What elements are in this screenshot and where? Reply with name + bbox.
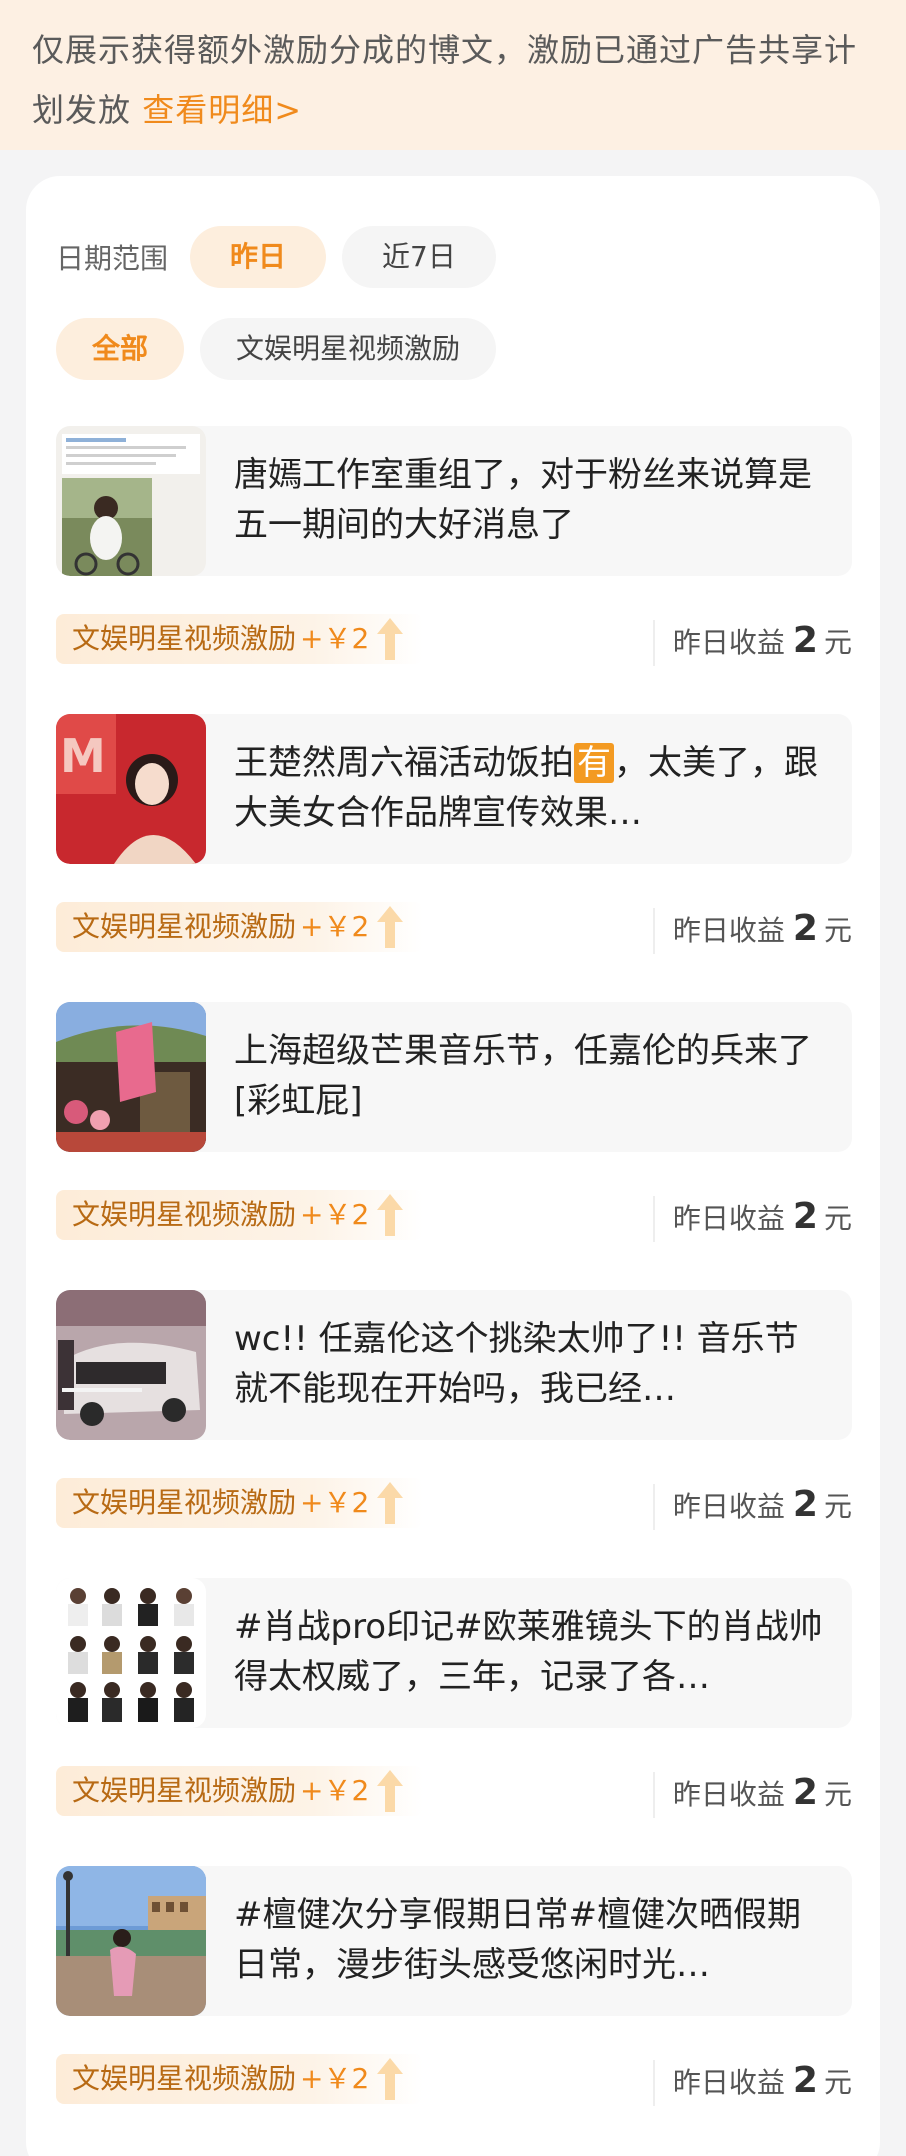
post-title: #肖战pro印记#欧莱雅镜头下的肖战帅得太权威了，三年，记录了各…: [234, 1607, 823, 1697]
post-item[interactable]: wc!! 任嘉伦这个挑染太帅了!! 音乐节就不能现在开始吗，我已经… 文娱明星视…: [56, 1290, 852, 1578]
up-arrow-icon: [377, 618, 404, 660]
post-preview[interactable]: #檀健次分享假期日常#檀健次晒假期日常，漫步街头感受悠闲时光…: [56, 1866, 852, 2016]
post-preview[interactable]: #肖战pro印记#欧莱雅镜头下的肖战帅得太权威了，三年，记录了各…: [56, 1578, 852, 1728]
reward-label: 文娱明星视频激励: [72, 1774, 297, 1807]
reward-amount: +￥2: [300, 910, 370, 943]
earnings-unit: 元: [823, 1202, 852, 1235]
type-filter: 全部 文娱明星视频激励: [56, 318, 512, 380]
yesterday-earnings: 昨日收益 2 元: [652, 1484, 852, 1530]
earnings-label: 昨日收益: [672, 914, 785, 947]
reward-tag: 文娱明星视频激励 +￥2: [56, 1478, 424, 1528]
up-arrow-icon: [377, 1482, 404, 1524]
earnings-value: 2: [792, 1484, 818, 1525]
post-title: 王楚然周六福活动饭拍有，太美了，跟大美女合作品牌宣传效果…: [234, 738, 824, 838]
post-item[interactable]: M 王楚然周六福活动饭拍有，太美了，跟大美女合作品牌宣传效果… 文娱明星视频激励…: [56, 714, 852, 1002]
post-item[interactable]: #肖战pro印记#欧莱雅镜头下的肖战帅得太权威了，三年，记录了各… 文娱明星视频…: [56, 1578, 852, 1866]
earnings-unit: 元: [823, 914, 852, 947]
post-title: 唐嫣工作室重组了，对于粉丝来说算是五一期间的大好消息了: [234, 455, 812, 545]
post-title-highlight: 有: [574, 743, 614, 783]
earnings-unit: 元: [823, 626, 852, 659]
date-option-7days[interactable]: 近7日: [342, 226, 496, 288]
reward-amount: +￥2: [300, 2062, 370, 2095]
post-thumbnail: [56, 426, 206, 576]
post-item[interactable]: 唐嫣工作室重组了，对于粉丝来说算是五一期间的大好消息了 文娱明星视频激励 +￥2…: [56, 426, 852, 714]
notice-banner: 仅展示获得额外激励分成的博文，激励已通过广告共享计划发放 查看明细>: [0, 0, 906, 150]
yesterday-earnings: 昨日收益 2 元: [652, 2060, 852, 2106]
post-thumbnail: [56, 1866, 206, 2016]
up-arrow-icon: [377, 2058, 404, 2100]
income-list-card: 日期范围 昨日 近7日 全部 文娱明星视频激励 唐嫣工作室重组了，对于粉丝来说算…: [26, 176, 880, 2156]
date-range-filter: 日期范围 昨日 近7日: [56, 226, 512, 288]
reward-tag: 文娱明星视频激励 +￥2: [56, 1766, 424, 1816]
earnings-value: 2: [792, 1772, 818, 1813]
type-option-all[interactable]: 全部: [56, 318, 185, 380]
earnings-label: 昨日收益: [672, 1490, 785, 1523]
yesterday-earnings: 昨日收益 2 元: [652, 1196, 852, 1242]
post-item[interactable]: 上海超级芒果音乐节，任嘉伦的兵来了[彩虹屁] 文娱明星视频激励 +￥2 昨日收益…: [56, 1002, 852, 1290]
earnings-unit: 元: [823, 1778, 852, 1811]
earnings-label: 昨日收益: [672, 1778, 785, 1811]
earnings-value: 2: [792, 908, 818, 949]
reward-label: 文娱明星视频激励: [72, 2062, 297, 2095]
post-preview[interactable]: 上海超级芒果音乐节，任嘉伦的兵来了[彩虹屁]: [56, 1002, 852, 1152]
reward-tag: 文娱明星视频激励 +￥2: [56, 1190, 424, 1240]
up-arrow-icon: [377, 906, 404, 948]
earnings-value: 2: [792, 2060, 818, 2101]
post-title: wc!! 任嘉伦这个挑染太帅了!! 音乐节就不能现在开始吗，我已经…: [234, 1319, 799, 1409]
yesterday-earnings: 昨日收益 2 元: [652, 908, 852, 954]
up-arrow-icon: [377, 1770, 404, 1812]
date-option-yesterday[interactable]: 昨日: [190, 226, 327, 288]
yesterday-earnings: 昨日收益 2 元: [652, 620, 852, 666]
reward-amount: +￥2: [300, 1198, 370, 1231]
earnings-label: 昨日收益: [672, 626, 785, 659]
post-preview[interactable]: M 王楚然周六福活动饭拍有，太美了，跟大美女合作品牌宣传效果…: [56, 714, 852, 864]
up-arrow-icon: [377, 1194, 404, 1236]
earnings-value: 2: [792, 620, 818, 661]
reward-tag: 文娱明星视频激励 +￥2: [56, 614, 424, 664]
earnings-label: 昨日收益: [672, 1202, 785, 1235]
post-thumbnail: M: [56, 714, 206, 864]
date-range-label: 日期范围: [56, 242, 169, 275]
earnings-unit: 元: [823, 1490, 852, 1523]
reward-label: 文娱明星视频激励: [72, 622, 297, 655]
post-thumbnail: [56, 1290, 206, 1440]
post-preview[interactable]: 唐嫣工作室重组了，对于粉丝来说算是五一期间的大好消息了: [56, 426, 852, 576]
post-thumbnail: [56, 1002, 206, 1152]
yesterday-earnings: 昨日收益 2 元: [652, 1772, 852, 1818]
reward-label: 文娱明星视频激励: [72, 910, 297, 943]
post-title-part: 王楚然周六福活动饭拍: [234, 743, 574, 783]
post-title: #檀健次分享假期日常#檀健次晒假期日常，漫步街头感受悠闲时光…: [234, 1895, 801, 1985]
post-thumbnail: [56, 1578, 206, 1728]
reward-amount: +￥2: [300, 1486, 370, 1519]
view-details-link[interactable]: 查看明细>: [142, 91, 302, 129]
post-item[interactable]: #檀健次分享假期日常#檀健次晒假期日常，漫步街头感受悠闲时光… 文娱明星视频激励…: [56, 1866, 852, 2154]
reward-tag: 文娱明星视频激励 +￥2: [56, 2054, 424, 2104]
post-preview[interactable]: wc!! 任嘉伦这个挑染太帅了!! 音乐节就不能现在开始吗，我已经…: [56, 1290, 852, 1440]
reward-tag: 文娱明星视频激励 +￥2: [56, 902, 424, 952]
reward-amount: +￥2: [300, 1774, 370, 1807]
post-title: 上海超级芒果音乐节，任嘉伦的兵来了[彩虹屁]: [234, 1031, 812, 1121]
reward-amount: +￥2: [300, 622, 370, 655]
type-option-video-incentive[interactable]: 文娱明星视频激励: [200, 318, 497, 380]
svg-text:M: M: [60, 729, 106, 783]
earnings-label: 昨日收益: [672, 2066, 785, 2099]
reward-label: 文娱明星视频激励: [72, 1198, 297, 1231]
earnings-unit: 元: [823, 2066, 852, 2099]
reward-label: 文娱明星视频激励: [72, 1486, 297, 1519]
earnings-value: 2: [792, 1196, 818, 1237]
